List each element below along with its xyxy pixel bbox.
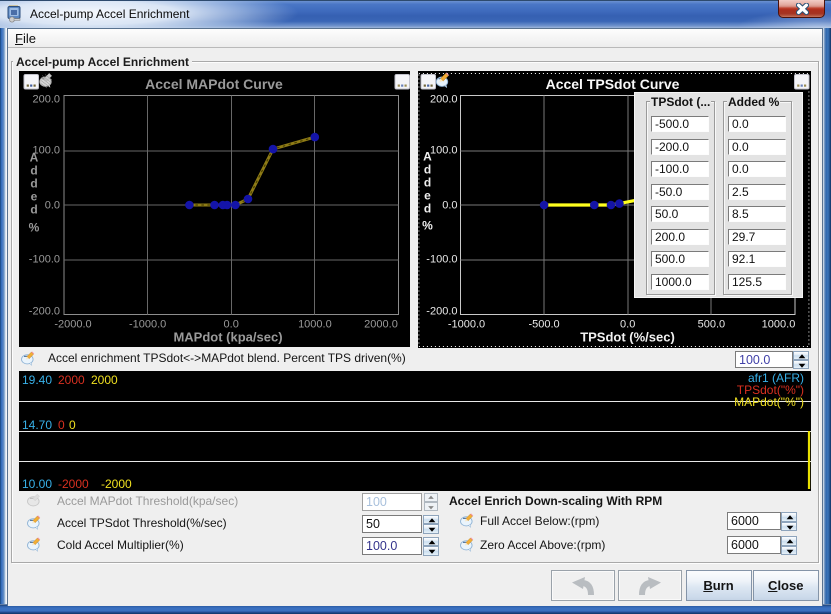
svg-text:1000.0: 1000.0 (761, 318, 795, 330)
svg-text:2000: 2000 (91, 373, 118, 387)
svg-text:Accel TPSdot Curve: Accel TPSdot Curve (545, 76, 679, 92)
svg-text:d: d (423, 201, 430, 215)
svg-text:10.00: 10.00 (22, 477, 52, 491)
svg-text:%: % (29, 220, 40, 234)
svg-text:0: 0 (69, 418, 76, 432)
svg-text:-200.0: -200.0 (426, 305, 457, 317)
svg-text:d: d (30, 176, 37, 190)
svg-text:d: d (30, 163, 37, 177)
svg-text:d: d (423, 162, 430, 176)
svg-text:%: % (422, 218, 433, 232)
svg-text:-100.0: -100.0 (29, 253, 60, 265)
svg-text:100.0: 100.0 (429, 144, 457, 156)
svg-text:0.0: 0.0 (45, 199, 60, 211)
svg-text:A: A (30, 150, 39, 164)
svg-text:500.0: 500.0 (697, 318, 725, 330)
svg-text:0.0: 0.0 (442, 199, 457, 211)
svg-text:e: e (424, 188, 431, 202)
svg-text:A: A (423, 149, 432, 163)
svg-text:-2000: -2000 (101, 477, 132, 491)
svg-text:Accel MAPdot Curve: Accel MAPdot Curve (145, 76, 283, 92)
svg-text:1000.0: 1000.0 (298, 318, 332, 330)
svg-text:-1000.0: -1000.0 (447, 318, 484, 330)
svg-text:-500.0: -500.0 (528, 318, 559, 330)
svg-text:14.70: 14.70 (22, 418, 52, 432)
svg-text:2000: 2000 (58, 373, 85, 387)
svg-text:MAPdot (kpa/sec): MAPdot (kpa/sec) (173, 329, 282, 344)
svg-text:d: d (423, 175, 430, 189)
svg-text:d: d (30, 202, 37, 216)
svg-text:-1000.0: -1000.0 (129, 318, 166, 330)
svg-text:19.40: 19.40 (22, 373, 52, 387)
svg-text:-2000.0: -2000.0 (54, 318, 91, 330)
svg-text:200.0: 200.0 (32, 93, 60, 105)
svg-text:-100.0: -100.0 (426, 253, 457, 265)
svg-text:e: e (31, 189, 38, 203)
svg-text:2000.0: 2000.0 (364, 318, 398, 330)
svg-text:-200.0: -200.0 (29, 305, 60, 317)
svg-text:-2000: -2000 (58, 477, 89, 491)
svg-text:200.0: 200.0 (429, 93, 457, 105)
svg-text:0: 0 (58, 418, 65, 432)
svg-text:MAPdot("%"): MAPdot("%") (734, 395, 804, 409)
svg-text:TPSdot (%/sec): TPSdot (%/sec) (580, 329, 675, 344)
